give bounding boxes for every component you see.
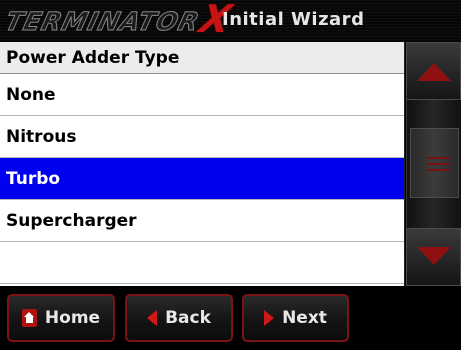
list-item-turbo[interactable]: Turbo <box>0 158 404 200</box>
next-button-label: Next <box>282 308 327 328</box>
next-button[interactable]: Next <box>242 294 349 342</box>
home-button-label: Home <box>44 308 101 328</box>
home-icon <box>21 309 37 327</box>
grip-line-icon <box>427 157 449 159</box>
list-scrollbar[interactable] <box>406 42 461 286</box>
arrow-right-icon <box>264 310 275 326</box>
scroll-thumb[interactable] <box>410 128 459 198</box>
arrow-left-icon <box>147 310 158 326</box>
home-button[interactable]: Home <box>7 294 115 342</box>
title-bar: TERMINATOR X Initial Wizard <box>0 0 461 42</box>
back-button-label: Back <box>165 308 211 328</box>
scroll-track[interactable] <box>406 100 461 228</box>
list-header: Power Adder Type <box>0 42 404 74</box>
bottom-nav: Home Back Next <box>0 286 461 350</box>
scroll-up-icon <box>417 63 451 81</box>
scroll-up-button[interactable] <box>406 42 461 100</box>
power-adder-list: Power Adder Type None Nitrous Turbo Supe… <box>0 42 405 286</box>
scroll-down-icon <box>417 247 451 265</box>
brand-logo: TERMINATOR X <box>2 0 236 41</box>
list-item-empty[interactable] <box>0 242 404 284</box>
grip-line-icon <box>427 163 449 165</box>
grip-line-icon <box>427 169 449 171</box>
back-button[interactable]: Back <box>125 294 233 342</box>
brand-wordmark: TERMINATOR <box>2 6 203 36</box>
list-item-supercharger[interactable]: Supercharger <box>0 200 404 242</box>
scroll-down-button[interactable] <box>406 228 461 286</box>
list-item-none[interactable]: None <box>0 74 404 116</box>
list-item-nitrous[interactable]: Nitrous <box>0 116 404 158</box>
page-title: Initial Wizard <box>222 9 365 30</box>
